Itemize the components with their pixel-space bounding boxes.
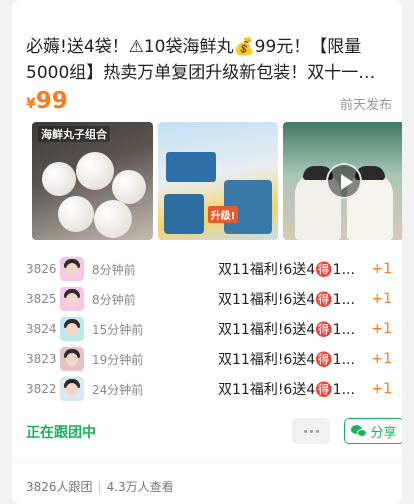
thumbnail-2[interactable]: 升级! [157, 122, 279, 240]
avatar [60, 347, 84, 371]
share-button[interactable]: 分享 [344, 418, 402, 444]
following-status[interactable]: 正在跟团中 [26, 422, 96, 442]
record-text: 双11福利!6送4🉐1... [218, 322, 355, 338]
record-row[interactable]: 3823 19分钟前 双11福利!6送4🉐1... +1 [26, 344, 402, 374]
group-buy-card[interactable]: 必薅!送4袋！⚠10袋海鲜丸💰99元！【限量5000组】热卖万单复团升级新包装！… [12, 0, 402, 504]
wechat-icon [351, 424, 368, 438]
view-count: 4.3万人查看 [106, 480, 174, 494]
record-number: 3822 [26, 382, 57, 396]
play-icon[interactable] [325, 163, 362, 199]
follower-count: 3826人跟团 [26, 480, 93, 494]
price-symbol: ¥ [26, 96, 36, 112]
avatar [60, 287, 84, 311]
price-value: 99 [35, 88, 68, 114]
record-text: 双11福利!6送4🉐1... [218, 382, 355, 398]
package-banner [165, 152, 216, 182]
follow-records-list: 3826 8分钟前 双11福利!6送4🉐1... +1 3825 8分钟前 双1… [26, 254, 402, 404]
record-text: 双11福利!6送4🉐1... [218, 262, 355, 278]
thumbnail-gallery: 海鲜丸子组合 升级! [32, 122, 402, 240]
share-label: 分享 [370, 425, 397, 441]
fishball-image [58, 196, 94, 232]
record-number: 3826 [26, 262, 57, 276]
record-number: 3824 [26, 322, 57, 336]
stats-bar: 3826人跟团 | 4.3万人查看 [26, 478, 174, 495]
record-text: 双11福利!6送4🉐1... [218, 352, 355, 368]
divider [12, 462, 402, 463]
record-time: 24分钟前 [92, 382, 144, 397]
record-time: 15分钟前 [92, 322, 144, 337]
posted-time: 前天发布 [339, 98, 392, 113]
avatar [60, 317, 84, 341]
record-quantity: +1 [371, 351, 392, 367]
record-quantity: +1 [371, 291, 392, 307]
action-row: 正在跟团中 分享 [26, 418, 402, 446]
thumbnail-3-video[interactable] [283, 122, 402, 240]
record-quantity: +1 [371, 261, 392, 277]
fishball-image [94, 200, 132, 238]
record-quantity: +1 [371, 321, 392, 337]
record-row[interactable]: 3824 15分钟前 双11福利!6送4🉐1... +1 [26, 314, 402, 344]
thumbnail-1[interactable]: 海鲜丸子组合 [32, 122, 153, 240]
record-time: 8分钟前 [92, 262, 136, 277]
record-time: 8分钟前 [92, 292, 136, 307]
record-row[interactable]: 3826 8分钟前 双11福利!6送4🉐1... +1 [26, 254, 402, 284]
more-dots-icon [303, 429, 307, 433]
price-row: ¥99 前天发布 [26, 88, 392, 116]
fishball-image [42, 162, 76, 196]
record-time: 19分钟前 [92, 352, 144, 367]
record-number: 3825 [26, 292, 57, 306]
fishball-image [112, 170, 146, 204]
thumbnail-2-caption: 升级! [207, 206, 239, 223]
record-text: 双11福利!6送4🉐1... [218, 292, 355, 308]
avatar [60, 257, 84, 281]
thumbnail-1-caption: 海鲜丸子组合 [38, 126, 110, 142]
old-package-image [163, 194, 204, 234]
record-row[interactable]: 3825 8分钟前 双11福利!6送4🉐1... +1 [26, 284, 402, 314]
record-number: 3823 [26, 352, 57, 366]
fishball-image [76, 152, 114, 190]
post-title[interactable]: 必薅!送4袋！⚠10袋海鲜丸💰99元！【限量5000组】热卖万单复团升级新包装！… [26, 34, 392, 86]
stats-separator: | [97, 480, 102, 494]
avatar [60, 377, 84, 401]
more-button[interactable] [292, 418, 330, 444]
record-quantity: +1 [371, 381, 392, 397]
price: ¥99 [26, 88, 68, 114]
record-row[interactable]: 3822 24分钟前 双11福利!6送4🉐1... +1 [26, 374, 402, 404]
